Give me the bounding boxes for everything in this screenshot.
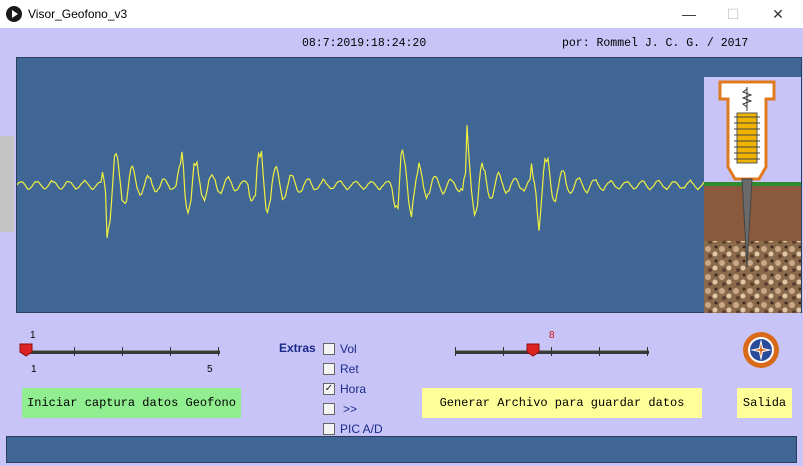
window-title: Visor_Geofono_v3 — [28, 7, 128, 21]
waveform-plot — [17, 125, 705, 238]
maximize-button[interactable]: ☐ — [718, 4, 748, 24]
advance-label: >> — [343, 402, 358, 416]
slider-thumb[interactable] — [526, 343, 540, 357]
left-slider-min-label: 1 — [31, 364, 37, 375]
hora-label: Hora — [340, 382, 367, 396]
minimize-button[interactable]: — — [674, 4, 704, 24]
compass-rose-emblem-icon — [743, 332, 779, 368]
rock-layer — [704, 241, 801, 313]
geophone-signal-trace — [17, 125, 705, 238]
slider-track — [26, 350, 220, 354]
gain-slider[interactable] — [455, 337, 649, 367]
slider-thumb[interactable] — [19, 343, 33, 357]
waveform-panel — [16, 57, 802, 313]
left-edge-strip — [0, 136, 14, 232]
ret-checkbox[interactable] — [323, 363, 335, 375]
vol-checkbox[interactable] — [323, 343, 335, 355]
datetime-label: 08:7:2019:18:24:20 — [302, 37, 427, 50]
hora-checkbox[interactable]: ✓ — [323, 383, 335, 395]
client-area: 08:7:2019:18:24:20 por: Rommel J. C. G. … — [0, 28, 803, 466]
pic-ad-checkbox[interactable] — [323, 423, 335, 435]
left-slider-max-label: 5 — [207, 364, 213, 375]
start-capture-button[interactable]: Iniciar captura datos Geofono — [22, 388, 241, 418]
coil-magnet — [736, 112, 758, 164]
advance-checkbox[interactable] — [323, 403, 335, 415]
soil-layer — [704, 186, 801, 241]
author-label: por: Rommel J. C. G. / 2017 — [562, 37, 749, 50]
vol-label: Vol — [340, 342, 357, 356]
exit-button[interactable]: Salida — [737, 388, 792, 418]
ret-label: Ret — [340, 362, 359, 376]
app-play-icon — [6, 6, 22, 22]
scale-slider[interactable] — [19, 337, 220, 367]
geophone-illustration — [704, 77, 801, 313]
generate-file-button[interactable]: Generar Archivo para guardar datos — [422, 388, 702, 418]
close-button[interactable]: ✕ — [763, 4, 793, 24]
grass-line — [704, 182, 801, 186]
extras-label: Extras — [279, 341, 316, 355]
slider-track — [455, 350, 649, 354]
status-bar — [6, 436, 797, 463]
title-bar: Visor_Geofono_v3 — ☐ ✕ — [0, 0, 803, 28]
pic-ad-label: PIC A/D — [340, 422, 383, 436]
